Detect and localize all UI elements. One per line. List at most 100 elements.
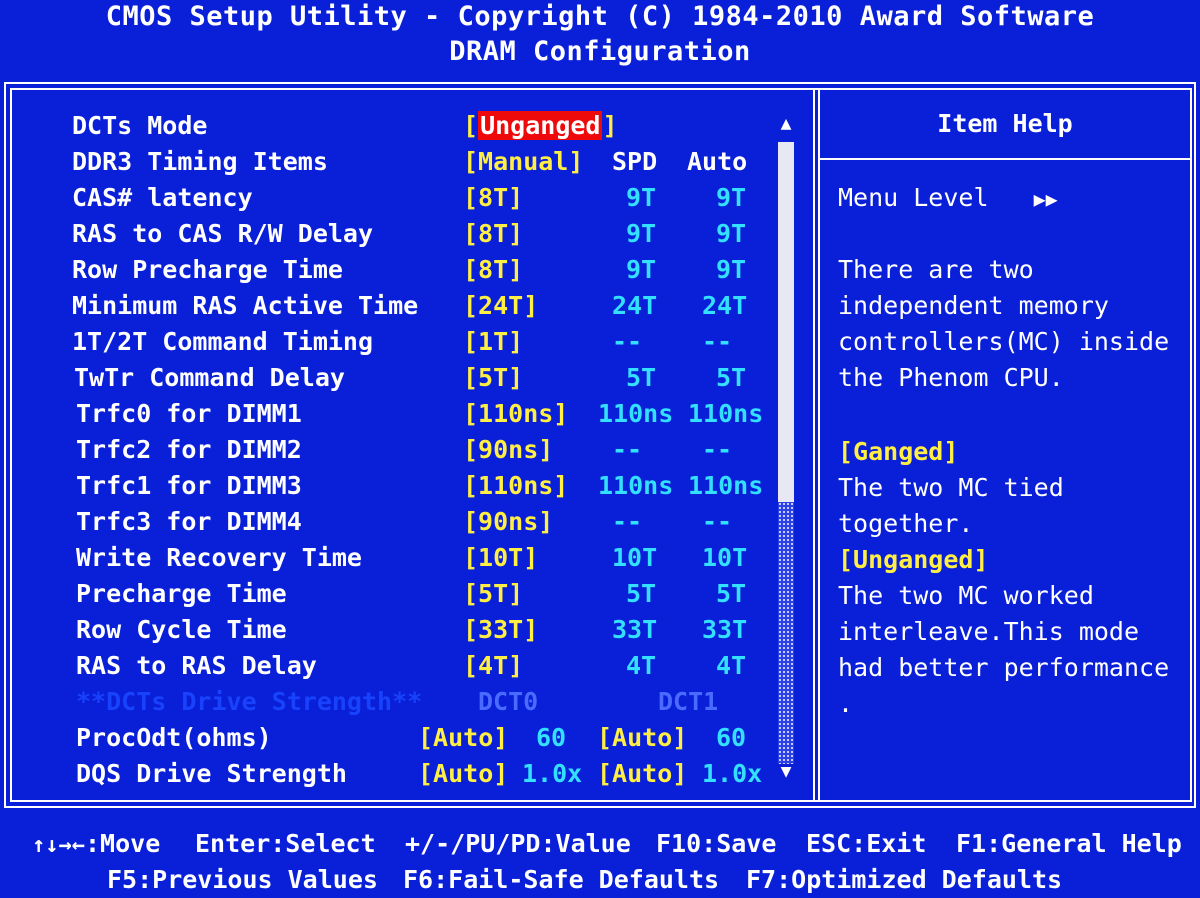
menu-row-procodt[interactable]: ProcOdt(ohms) [Auto] 60 [Auto] 60 — [0, 720, 1200, 756]
menu-value[interactable]: [5T] — [463, 576, 523, 612]
selected-value[interactable]: Unganged — [478, 111, 603, 140]
auto-value: 9T — [716, 219, 747, 248]
auto-value: 10T — [702, 543, 748, 572]
spd-value: 5T — [626, 363, 657, 392]
menu-value[interactable]: [8T] — [463, 216, 523, 252]
menu-row-ddr3-timing[interactable]: DDR3 Timing Items [Manual] SPD Auto — [0, 144, 1200, 180]
footer-failsafe: F6:Fail-Safe Defaults — [403, 865, 720, 894]
help-title: Item Help — [937, 109, 1073, 138]
page-title: DRAM Configuration — [449, 36, 751, 67]
spd-value: 4T — [626, 651, 657, 680]
dct0-value: 60 — [536, 723, 567, 752]
menu-value[interactable]: [24T] — [463, 288, 538, 324]
section-label: **DCTs Drive Strength** — [76, 687, 423, 716]
menu-value[interactable]: [10T] — [463, 540, 538, 576]
spd-value: 9T — [626, 255, 657, 284]
menu-label: DCTs Mode — [72, 111, 208, 140]
auto-value: 9T — [716, 183, 747, 212]
double-arrow-icon: ▶▶ — [1033, 187, 1058, 211]
column-header-auto: Auto — [687, 147, 748, 176]
menu-value-dct1[interactable]: [Auto] — [597, 756, 687, 792]
help-option-ganged: [Ganged] — [838, 437, 959, 466]
spd-value: 110ns — [598, 471, 674, 500]
auto-value: 5T — [716, 363, 747, 392]
spd-value: 24T — [612, 291, 658, 320]
dct0-value: 1.0x — [522, 759, 583, 788]
menu-label: DDR3 Timing Items — [72, 147, 328, 176]
help-text-line: together. — [838, 509, 974, 538]
auto-value: -- — [702, 435, 733, 464]
menu-label: Row Precharge Time — [72, 255, 343, 284]
menu-value[interactable]: [8T] — [463, 252, 523, 288]
auto-value: -- — [702, 327, 733, 356]
column-header-dct0: DCT0 — [478, 687, 539, 716]
help-text-line: independent memory — [838, 291, 1109, 320]
spd-value: 110ns — [598, 399, 674, 428]
menu-value-dct0[interactable]: [Auto] — [418, 720, 508, 756]
help-text-line: The two MC worked — [838, 581, 1094, 610]
auto-value: -- — [702, 507, 733, 536]
auto-value: 33T — [702, 615, 748, 644]
spd-value: 5T — [626, 579, 657, 608]
help-text-line: There are two — [838, 255, 1034, 284]
scrollbar-thumb[interactable] — [778, 142, 794, 502]
menu-value[interactable]: [33T] — [463, 612, 538, 648]
menu-row-dqs[interactable]: DQS Drive Strength [Auto] 1.0x [Auto] 1.… — [0, 756, 1200, 792]
help-text-line: The two MC tied — [838, 473, 1064, 502]
footer-help: F1:General Help — [956, 829, 1182, 858]
menu-value[interactable]: [Unganged] — [463, 108, 618, 144]
help-text-line: controllers(MC) inside — [838, 327, 1170, 356]
menu-level-label: Menu Level — [838, 183, 989, 212]
auto-value: 5T — [716, 579, 747, 608]
column-header-spd: SPD — [612, 147, 658, 176]
menu-label: Row Cycle Time — [76, 615, 287, 644]
menu-value[interactable]: [8T] — [463, 180, 523, 216]
footer-optimized: F7:Optimized Defaults — [746, 865, 1063, 894]
footer-move: ↑↓→←:Move — [32, 829, 161, 858]
menu-value[interactable]: [5T] — [463, 360, 523, 396]
footer-previous: F5:Previous Values — [107, 865, 378, 894]
footer-save: F10:Save — [656, 829, 777, 858]
menu-label: Minimum RAS Active Time — [72, 291, 419, 320]
spd-value: -- — [612, 435, 643, 464]
help-text-line: had better performance — [838, 653, 1170, 682]
dct1-value: 60 — [716, 723, 747, 752]
menu-row[interactable]: Trfc0 for DIMM1 [110ns] 110ns 110ns — [0, 396, 1200, 432]
spd-value: -- — [612, 507, 643, 536]
menu-label: Write Recovery Time — [76, 543, 362, 572]
column-header-dct1: DCT1 — [658, 687, 719, 716]
menu-row[interactable]: RAS to CAS R/W Delay [8T] 9T 9T — [0, 216, 1200, 252]
spd-value: 33T — [612, 615, 658, 644]
auto-value: 24T — [702, 291, 748, 320]
menu-label: Trfc1 for DIMM3 — [76, 471, 302, 500]
menu-label: 1T/2T Command Timing — [72, 327, 374, 356]
footer-exit: ESC:Exit — [806, 829, 927, 858]
menu-value[interactable]: [110ns] — [463, 396, 568, 432]
footer-enter: Enter:Select — [195, 829, 376, 858]
scroll-down-icon[interactable]: ▼ — [776, 762, 796, 782]
help-text-line: . — [838, 689, 854, 718]
menu-value[interactable]: [4T] — [463, 648, 523, 684]
auto-value: 110ns — [688, 471, 764, 500]
menu-label: RAS to RAS Delay — [76, 651, 317, 680]
menu-value[interactable]: [90ns] — [463, 432, 553, 468]
menu-value[interactable]: [90ns] — [463, 504, 553, 540]
menu-label: RAS to CAS R/W Delay — [72, 219, 374, 248]
menu-value[interactable]: [110ns] — [463, 468, 568, 504]
menu-label: TwTr Command Delay — [74, 363, 345, 392]
menu-value[interactable]: [Manual] — [463, 144, 583, 180]
dct1-value: 1.0x — [702, 759, 763, 788]
auto-value: 9T — [716, 255, 747, 284]
scroll-up-icon[interactable]: ▲ — [776, 114, 796, 134]
menu-value[interactable]: [1T] — [463, 324, 523, 360]
spd-value: 10T — [612, 543, 658, 572]
menu-value-dct0[interactable]: [Auto] — [418, 756, 508, 792]
help-menu-level: Menu Level ▶▶ — [838, 180, 1188, 216]
auto-value: 4T — [716, 651, 747, 680]
spd-value: 9T — [626, 183, 657, 212]
menu-value-dct1[interactable]: [Auto] — [597, 720, 687, 756]
auto-value: 110ns — [688, 399, 764, 428]
spd-value: -- — [612, 327, 643, 356]
arrow-keys-icon: ↑↓→← — [32, 833, 85, 858]
spd-value: 9T — [626, 219, 657, 248]
